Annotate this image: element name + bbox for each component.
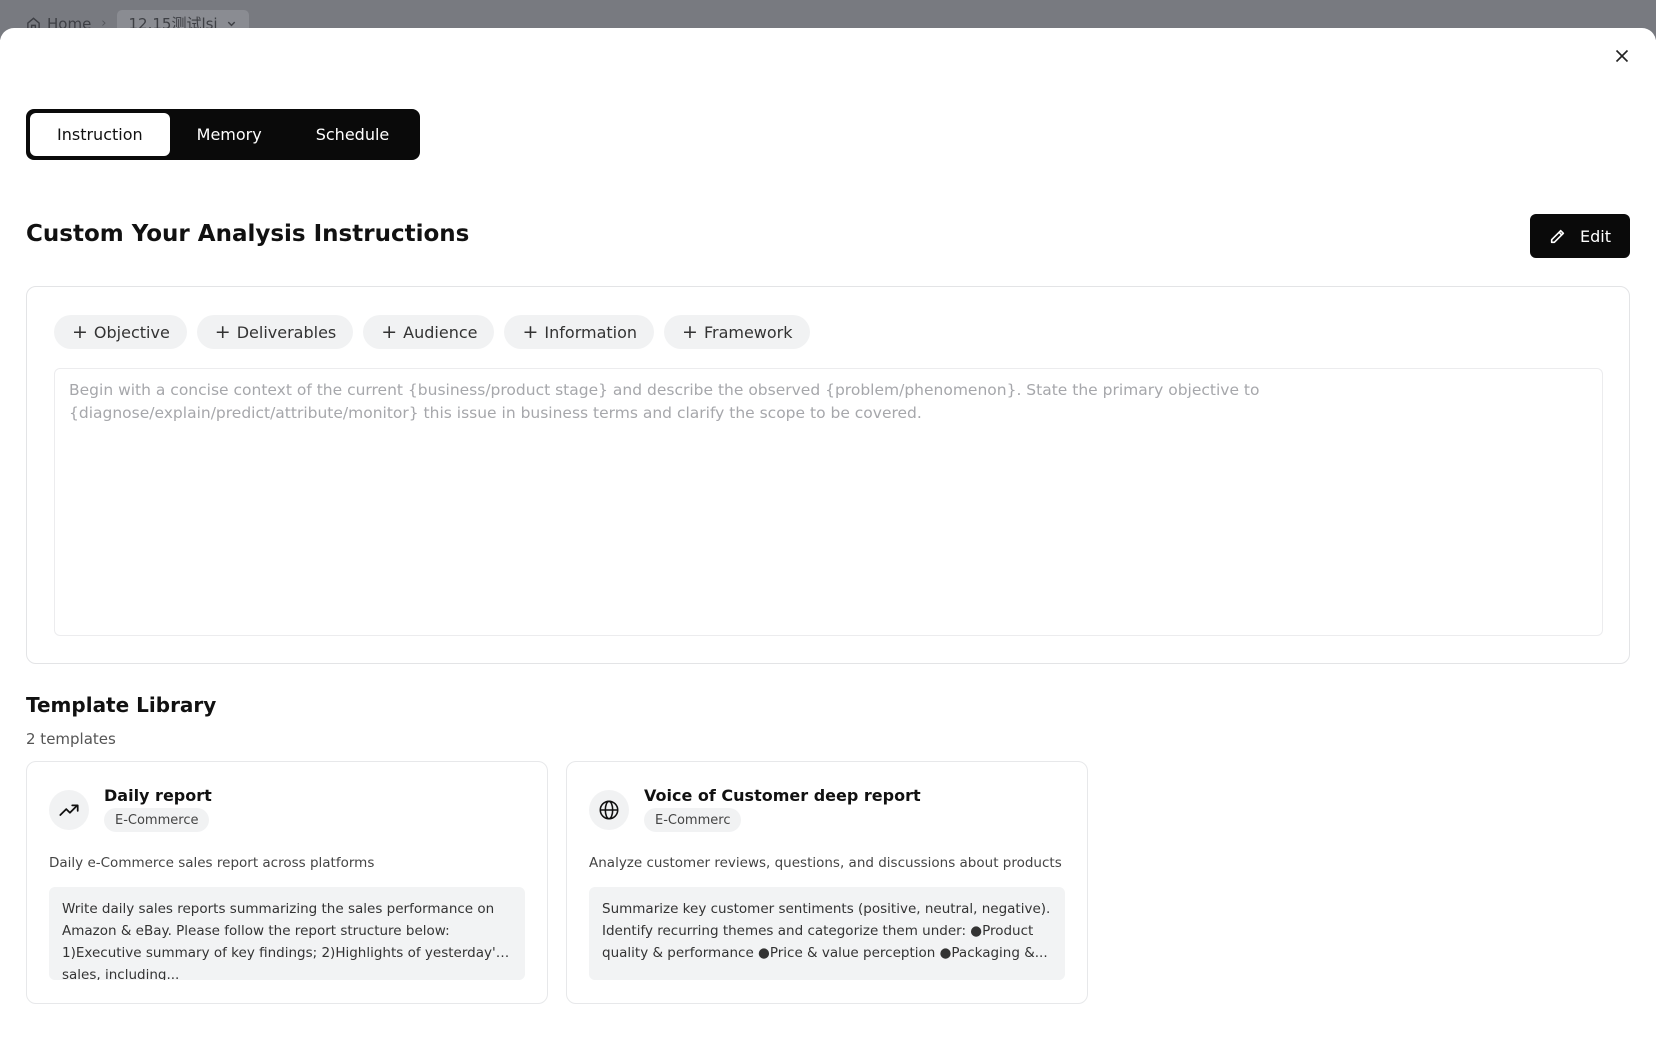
plus-icon: + — [214, 320, 231, 343]
instruction-textarea[interactable]: Begin with a concise context of the curr… — [54, 368, 1603, 636]
edit-button[interactable]: Edit — [1530, 214, 1630, 258]
plus-icon: + — [682, 320, 698, 343]
template-preview: Summarize key customer sentiments (posit… — [589, 887, 1065, 980]
template-tag: E-Commerc — [644, 808, 742, 832]
chip-information[interactable]: + Information — [504, 315, 655, 349]
close-button[interactable] — [1610, 44, 1634, 68]
plus-icon: + — [522, 320, 539, 343]
pencil-icon — [1550, 229, 1565, 243]
instruction-chips: + Objective + Deliverables + Audience + Info… — [54, 315, 810, 349]
chip-label: Audience — [403, 322, 478, 342]
chip-label: Objective — [93, 322, 170, 342]
instruction-editor-card: + Objective + Deliverables + Audience + Info… — [26, 286, 1630, 664]
tab-schedule[interactable]: Schedule — [289, 113, 417, 156]
template-card-voice-of-customer[interactable]: Voice of Customer deep report E-Commerc … — [566, 761, 1088, 1004]
template-name: Voice of Customer deep report — [644, 786, 921, 805]
template-icon-wrap — [49, 790, 89, 830]
tab-bar: Instruction Memory Schedule — [26, 109, 421, 160]
close-icon — [1615, 49, 1629, 63]
template-preview: Write daily sales reports summarizing th… — [49, 887, 525, 980]
trending-up-icon — [59, 804, 79, 816]
tab-instruction[interactable]: Instruction — [30, 113, 170, 156]
template-card-daily-report[interactable]: Daily report E-Commerce Daily e-Commerce… — [26, 761, 548, 1004]
plus-icon: + — [381, 320, 398, 343]
template-description: Analyze customer reviews, questions, and… — [589, 855, 1062, 871]
template-icon-wrap — [589, 790, 629, 830]
chip-deliverables[interactable]: + Deliverables — [196, 315, 354, 349]
chip-audience[interactable]: + Audience — [363, 315, 495, 349]
template-tag: E-Commerce — [104, 808, 210, 832]
chip-label: Deliverables — [236, 322, 337, 342]
template-library-title: Template Library — [26, 693, 217, 717]
chip-framework[interactable]: + Framework — [664, 315, 810, 349]
section-title: Custom Your Analysis Instructions — [26, 221, 470, 247]
chip-label: Information — [544, 322, 638, 342]
template-count: 2 templates — [26, 730, 116, 748]
globe-icon — [599, 800, 619, 820]
tab-memory[interactable]: Memory — [170, 113, 289, 156]
template-description: Daily e-Commerce sales report across pla… — [49, 855, 375, 871]
template-name: Daily report — [104, 786, 212, 805]
chip-label: Framework — [703, 322, 793, 342]
plus-icon: + — [72, 320, 88, 343]
instruction-modal: Instruction Memory Schedule Custom Your … — [0, 28, 1656, 1040]
edit-button-label: Edit — [1580, 226, 1611, 246]
chip-objective[interactable]: + Objective — [54, 315, 187, 349]
